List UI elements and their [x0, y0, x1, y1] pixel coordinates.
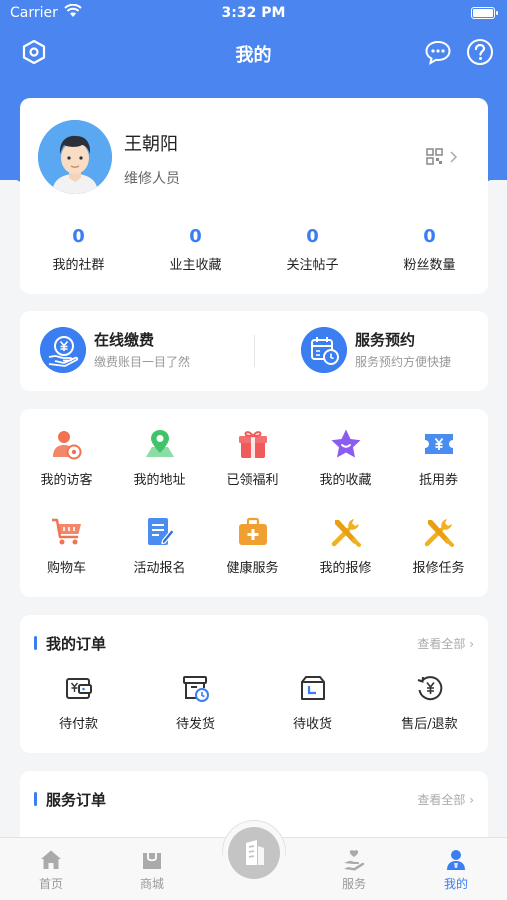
status-bar: Carrier 3:32 PM — [0, 0, 507, 28]
box-clock-icon — [182, 676, 209, 702]
stat-value: 0 — [189, 226, 202, 247]
clock: 3:32 PM — [221, 5, 286, 21]
stat-label: 粉丝数量 — [403, 258, 456, 273]
order-label: 待付款 — [58, 717, 98, 732]
user-name: 王朝阳 — [124, 134, 178, 155]
form-icon — [147, 518, 175, 545]
divider — [254, 335, 255, 367]
view-all-link[interactable]: 查看全部 › — [417, 791, 474, 808]
tab-label: 服务 — [341, 877, 366, 891]
cart-icon — [51, 518, 81, 545]
grid-item-label: 报修任务 — [412, 561, 465, 576]
shop-icon — [143, 853, 161, 869]
tab-mine[interactable]: 我的 — [416, 848, 496, 892]
center-building-icon — [246, 840, 264, 865]
home-icon — [41, 850, 61, 869]
section-title: 服务订单 — [34, 789, 106, 810]
grid-item-label: 购物车 — [46, 561, 86, 576]
grid-item-repair-tasks[interactable]: 报修任务 — [392, 515, 485, 576]
order-label: 售后/退款 — [401, 717, 458, 732]
stat-followed-posts[interactable]: 0 关注帖子 — [254, 226, 371, 273]
tab-label: 商城 — [139, 877, 164, 891]
star-icon — [331, 429, 360, 458]
tab-label: 首页 — [38, 877, 63, 891]
grid-item-benefits[interactable]: 已领福利 — [206, 427, 299, 488]
online-payment-button[interactable]: 在线缴费 缴费账目一目了然 — [40, 327, 240, 375]
avatar[interactable] — [38, 120, 112, 194]
battery-icon — [471, 7, 498, 19]
order-after-sales[interactable]: 售后/退款 — [371, 673, 488, 732]
stat-owner-favorites[interactable]: 0 业主收藏 — [137, 226, 254, 273]
stat-communities[interactable]: 0 我的社群 — [20, 226, 137, 273]
visitor-icon — [52, 431, 81, 460]
service-hand-icon — [344, 850, 365, 871]
booking-title: 服务预约 — [355, 331, 416, 349]
service-booking-button[interactable]: 服务预约 服务预约方便快捷 — [301, 327, 481, 375]
quick-services-card: 在线缴费 缴费账目一目了然 服务预约 服务预约方便快捷 — [20, 311, 488, 391]
yen-hand-icon — [40, 327, 86, 373]
order-label: 待收货 — [292, 717, 332, 732]
stat-label: 关注帖子 — [286, 258, 339, 273]
grid-item-address[interactable]: 我的地址 — [113, 427, 206, 488]
grid-item-coupons[interactable]: 抵用券 — [392, 427, 485, 488]
stat-value: 0 — [306, 226, 319, 247]
calendar-clock-icon — [301, 327, 347, 373]
user-avatar-illustration — [38, 120, 112, 194]
order-pending-receipt[interactable]: 待收货 — [254, 673, 371, 732]
my-orders-card: 我的订单 查看全部 › 待付款 待发货 待收货 售后/退款 — [20, 615, 488, 753]
grid-item-label: 我的收藏 — [319, 473, 372, 488]
tab-service[interactable]: 服务 — [314, 848, 394, 892]
stat-value: 0 — [72, 226, 85, 247]
person-icon — [447, 850, 465, 870]
order-label: 待发货 — [175, 717, 215, 732]
grid-item-visitors[interactable]: 我的访客 — [20, 427, 113, 488]
view-all-label: 查看全部 — [417, 793, 466, 807]
payment-subtitle: 缴费账目一目了然 — [94, 355, 191, 369]
help-icon[interactable] — [466, 38, 494, 66]
order-pending-shipment[interactable]: 待发货 — [137, 673, 254, 732]
user-role: 维修人员 — [124, 171, 180, 187]
grid-item-label: 我的报修 — [319, 561, 372, 576]
refund-icon — [417, 676, 442, 701]
profile-card: 王朝阳 维修人员 0 我的社群 0 业主收藏 0 关注帖子 0 粉丝数量 — [20, 98, 488, 294]
view-all-link[interactable]: 查看全部 › — [417, 635, 474, 652]
coupon-icon — [424, 434, 453, 454]
stat-value: 0 — [423, 226, 436, 247]
grid-item-cart[interactable]: 购物车 — [20, 515, 113, 576]
stat-label: 业主收藏 — [169, 258, 222, 273]
medkit-icon — [238, 517, 267, 545]
center-tab-button[interactable] — [228, 827, 280, 879]
grid-item-favorites[interactable]: 我的收藏 — [299, 427, 392, 488]
payment-title: 在线缴费 — [94, 331, 155, 349]
grid-item-my-repairs[interactable]: 我的报修 — [299, 515, 392, 576]
tab-home[interactable]: 首页 — [11, 848, 91, 892]
grid-item-label: 已领福利 — [226, 473, 279, 488]
grid-item-label: 我的访客 — [40, 473, 93, 488]
grid-item-label: 活动报名 — [133, 561, 186, 576]
stats-row: 0 我的社群 0 业主收藏 0 关注帖子 0 粉丝数量 — [20, 226, 488, 273]
nav-bar: 我的 — [0, 30, 507, 74]
features-grid: 我的访客 我的地址 已领福利 我的收藏 抵用券 购物车 活动报名 健康服务 我的… — [20, 409, 488, 597]
wallet-icon — [65, 678, 92, 699]
tab-label: 我的 — [443, 877, 468, 891]
grid-item-label: 我的地址 — [133, 473, 186, 488]
message-icon[interactable] — [424, 38, 452, 66]
view-all-label: 查看全部 — [417, 637, 466, 651]
map-pin-icon — [145, 430, 174, 457]
booking-subtitle: 服务预约方便快捷 — [355, 355, 452, 369]
section-title: 我的订单 — [34, 633, 106, 654]
grid-item-activity-signup[interactable]: 活动报名 — [113, 515, 206, 576]
tools-icon — [331, 519, 361, 547]
box-receive-icon — [300, 676, 325, 700]
grid-item-label: 健康服务 — [226, 561, 279, 576]
stat-followers[interactable]: 0 粉丝数量 — [371, 226, 488, 273]
stat-label: 我的社群 — [52, 258, 105, 273]
order-pending-payment[interactable]: 待付款 — [20, 673, 137, 732]
qr-code-icon[interactable] — [426, 148, 466, 166]
tab-shop[interactable]: 商城 — [112, 848, 192, 892]
grid-item-health-services[interactable]: 健康服务 — [206, 515, 299, 576]
tools-task-icon — [424, 519, 454, 547]
gift-icon — [238, 431, 267, 458]
grid-item-label: 抵用券 — [418, 473, 458, 488]
